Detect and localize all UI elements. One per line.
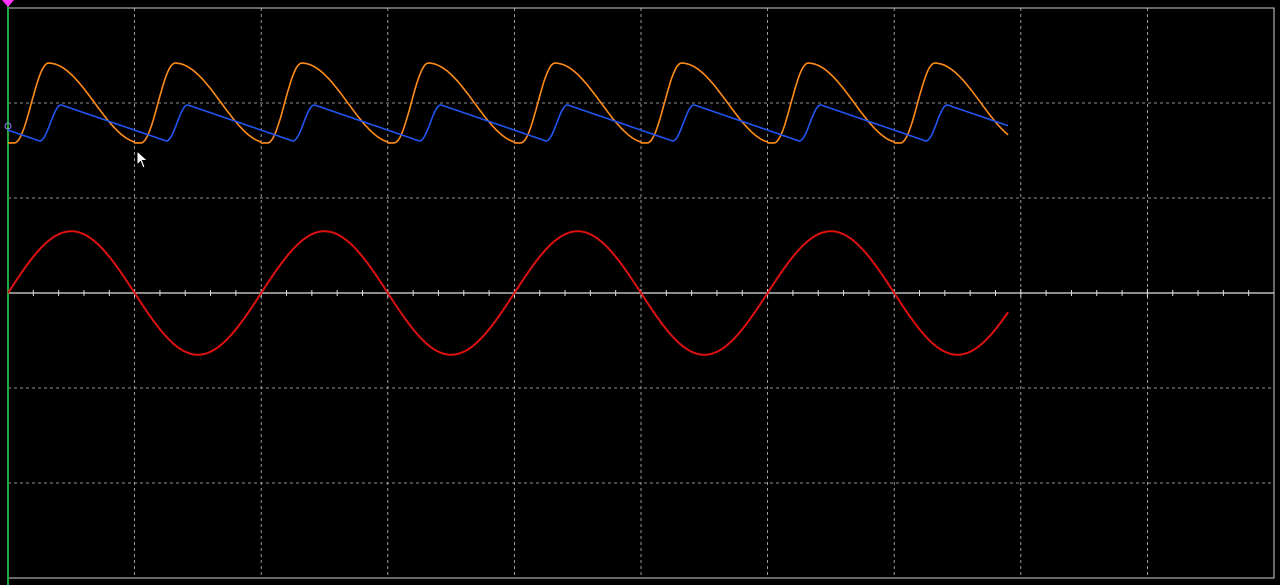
oscilloscope-screen[interactable]: [0, 0, 1280, 585]
mouse-pointer-icon: [136, 150, 149, 169]
